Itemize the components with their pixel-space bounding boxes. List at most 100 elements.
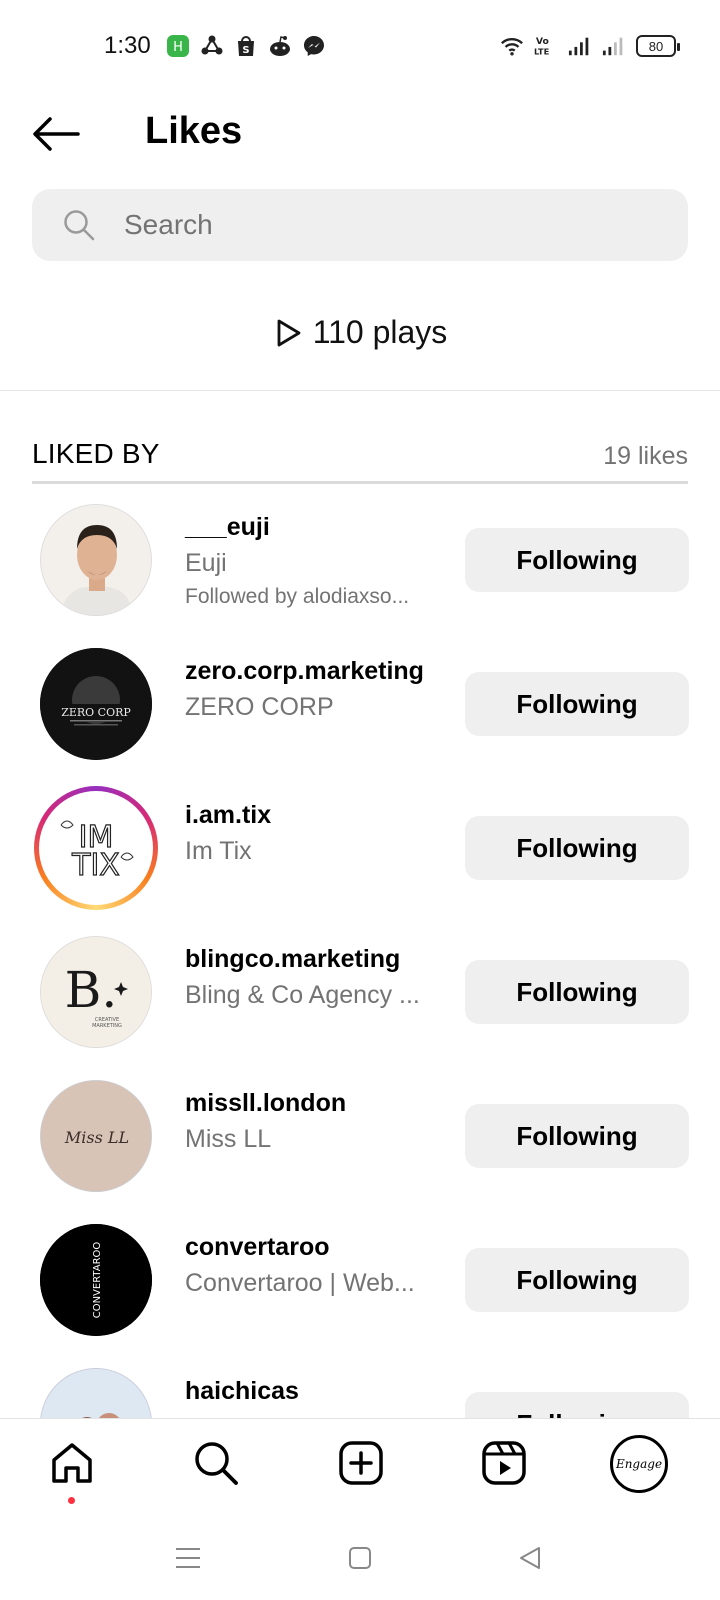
likes-count: 19 likes — [603, 442, 688, 470]
user-info[interactable]: zero.corp.marketing ZERO CORP — [185, 654, 445, 726]
list-item[interactable]: haichicas Following — [0, 1364, 720, 1418]
svg-text:LTE: LTE — [534, 46, 550, 56]
followed-by: Followed by alodiaxso... — [185, 585, 410, 608]
wifi-icon — [500, 34, 524, 58]
avatar[interactable] — [40, 504, 152, 616]
username[interactable]: ___euji — [185, 510, 445, 544]
app-icon: H — [166, 34, 190, 58]
list-item[interactable]: IM TIX i.am.tix Im Tix Following — [0, 786, 720, 932]
username[interactable]: haichicas — [185, 1374, 445, 1408]
user-info[interactable]: i.am.tix Im Tix — [185, 798, 445, 870]
avatar[interactable]: B. CREATIVE MARKETING — [40, 936, 152, 1048]
svg-text:ZERO CORP: ZERO CORP — [61, 706, 131, 719]
bottom-nav: Engage — [0, 1418, 720, 1514]
back-arrow-icon — [33, 117, 80, 151]
user-info[interactable]: convertaroo Convertaroo | Web... — [185, 1230, 445, 1302]
plays-label: 110 plays — [312, 314, 448, 350]
username[interactable]: zero.corp.marketing — [185, 654, 445, 688]
svg-text:H: H — [173, 40, 183, 55]
divider — [0, 390, 720, 391]
full-name: Euji — [185, 549, 227, 577]
battery-icon: 80 — [636, 35, 680, 57]
bling-co-logo: B. CREATIVE MARKETING — [41, 937, 151, 1047]
search-icon — [64, 210, 95, 241]
notification-dot — [68, 1497, 75, 1504]
user-info[interactable]: missll.london Miss LL — [185, 1086, 445, 1158]
svg-text:S: S — [242, 45, 249, 56]
sync-icon — [200, 34, 224, 58]
play-icon — [277, 319, 301, 346]
nav-reels[interactable] — [474, 1433, 534, 1493]
signal-icon — [602, 34, 626, 58]
system-back-button[interactable] — [508, 1536, 552, 1580]
status-time: 1:30 — [104, 32, 151, 59]
list-item[interactable]: CONVERTAROO convertaroo Convertaroo | We… — [0, 1220, 720, 1364]
user-info[interactable]: ___euji Euji Followed by alodiaxso... — [185, 510, 445, 612]
page-title: Likes — [145, 110, 243, 152]
menu-icon — [176, 1548, 200, 1568]
nav-home[interactable] — [42, 1433, 102, 1493]
nav-profile[interactable]: Engage — [608, 1433, 670, 1495]
following-button[interactable]: Following — [465, 816, 689, 880]
username[interactable]: missll.london — [185, 1086, 445, 1120]
svg-text:MARKETING: MARKETING — [92, 1023, 122, 1029]
search-input[interactable] — [124, 209, 644, 241]
home-square-icon — [349, 1547, 371, 1569]
volte-icon: Vo LTE — [534, 34, 558, 58]
story-ring-avatar[interactable]: IM TIX — [34, 786, 158, 910]
portrait-photo — [41, 505, 151, 615]
following-button[interactable]: Following — [465, 1248, 689, 1312]
home-icon — [52, 1443, 92, 1483]
reddit-icon — [268, 34, 292, 58]
reels-icon — [482, 1441, 526, 1485]
system-menu-button[interactable] — [166, 1536, 210, 1580]
list-item[interactable]: ___euji Euji Followed by alodiaxso... Fo… — [0, 500, 720, 644]
following-button[interactable]: Following — [465, 1392, 689, 1418]
username[interactable]: blingco.marketing — [185, 942, 445, 976]
system-nav-bar — [0, 1514, 720, 1600]
avatar[interactable]: ZERO CORP — [40, 648, 152, 760]
full-name: Im Tix — [185, 837, 252, 865]
status-bar: 1:30 H S Vo LTE 80 — [0, 0, 720, 96]
username[interactable]: convertaroo — [185, 1230, 445, 1264]
messenger-icon — [302, 34, 326, 58]
user-info[interactable]: blingco.marketing Bling & Co Agency ... — [185, 942, 445, 1014]
signal-icon — [568, 34, 592, 58]
avatar[interactable]: CONVERTAROO — [40, 1224, 152, 1336]
following-button[interactable]: Following — [465, 528, 689, 592]
liked-by-title: LIKED BY — [32, 438, 160, 469]
system-home-button[interactable] — [338, 1536, 382, 1580]
following-button[interactable]: Following — [465, 1104, 689, 1168]
miss-ll-logo: Miss LL — [41, 1081, 151, 1191]
shop-icon: S — [234, 34, 258, 58]
list-item[interactable]: ZERO CORP zero.corp.marketing ZERO CORP … — [0, 644, 720, 788]
avatar[interactable] — [40, 1368, 152, 1418]
full-name: Miss LL — [185, 1125, 272, 1153]
plays-count: 110 plays — [0, 314, 720, 351]
full-name: ZERO CORP — [185, 693, 334, 721]
username[interactable]: i.am.tix — [185, 798, 445, 832]
convertaroo-logo: CONVERTAROO — [40, 1224, 152, 1336]
illustration-avatar — [41, 1369, 151, 1418]
back-button[interactable] — [30, 108, 82, 160]
svg-text:Miss LL: Miss LL — [64, 1128, 129, 1147]
liked-by-header: LIKED BY 19 likes — [32, 438, 688, 484]
header: Likes — [0, 96, 720, 186]
search-bar[interactable] — [32, 189, 688, 261]
search-icon — [195, 1442, 238, 1485]
following-button[interactable]: Following — [465, 672, 689, 736]
im-tix-logo: IM TIX — [43, 795, 149, 901]
back-triangle-icon — [520, 1547, 540, 1569]
user-info[interactable]: haichicas — [185, 1374, 445, 1408]
nav-create[interactable] — [331, 1433, 391, 1493]
avatar[interactable]: Miss LL — [40, 1080, 152, 1192]
following-button[interactable]: Following — [465, 960, 689, 1024]
list-item[interactable]: B. CREATIVE MARKETING blingco.marketing … — [0, 932, 720, 1076]
full-name: Convertaroo | Web... — [185, 1269, 415, 1297]
list-item[interactable]: Miss LL missll.london Miss LL Following — [0, 1076, 720, 1220]
nav-search[interactable] — [186, 1433, 246, 1493]
zero-corp-logo: ZERO CORP — [40, 648, 152, 760]
likers-list[interactable]: ___euji Euji Followed by alodiaxso... Fo… — [0, 500, 720, 1418]
avatar-inner: IM TIX — [39, 791, 153, 905]
svg-text:B.: B. — [65, 961, 118, 1019]
